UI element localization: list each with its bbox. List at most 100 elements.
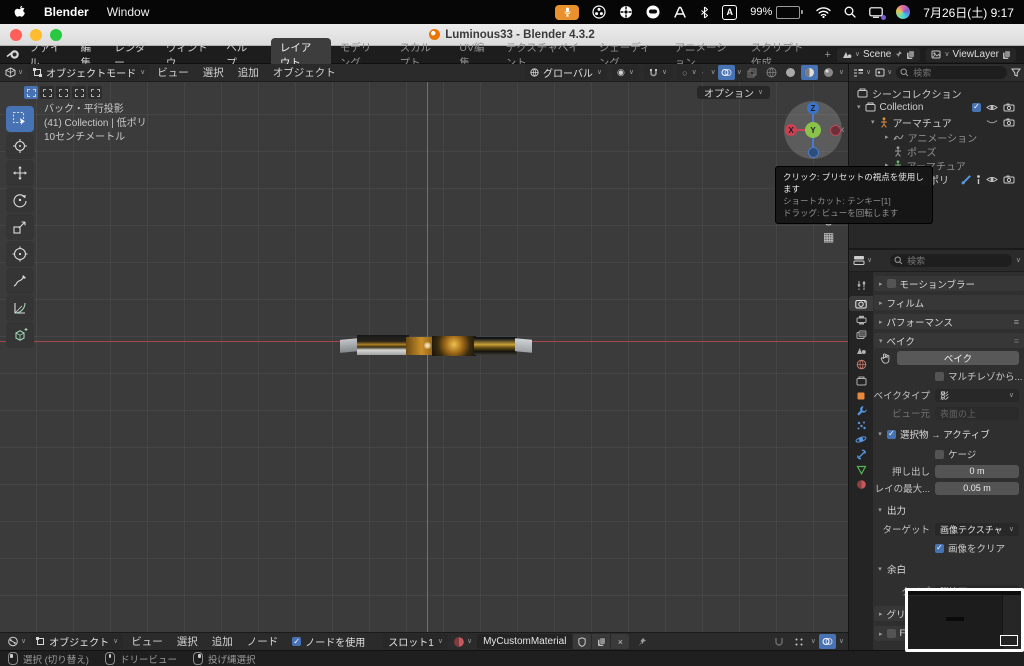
material-browse-button[interactable]: ∨: [450, 636, 475, 648]
screen-share-pip-window[interactable]: [905, 588, 1024, 652]
target-dropdown[interactable]: 画像テクスチャ ∨: [935, 522, 1019, 536]
select-mode-extend-button[interactable]: [40, 86, 54, 99]
shading-wireframe-button[interactable]: [763, 65, 780, 80]
gizmo-x-minus-handle[interactable]: [830, 125, 841, 136]
proportional-editing-toggle[interactable]: ○ ∨: [677, 65, 702, 80]
view-from-dropdown[interactable]: 表面の上: [935, 406, 1019, 420]
gizmo-z-plus-handle[interactable]: Z: [807, 102, 819, 114]
camera-visibility-icon[interactable]: [1003, 175, 1015, 184]
viewport-menu-add[interactable]: 追加: [231, 65, 266, 80]
tab-object-data[interactable]: [849, 462, 873, 477]
expand-icon[interactable]: ▾: [871, 118, 875, 126]
material-slot-selector[interactable]: スロット1 ∨: [383, 634, 448, 649]
editor-type-button[interactable]: ∨: [0, 67, 28, 78]
unlink-material-button[interactable]: ×: [610, 634, 630, 649]
freestyle-checkbox[interactable]: [886, 629, 896, 638]
tool-annotate[interactable]: [6, 268, 34, 294]
expand-icon[interactable]: ▾: [857, 103, 861, 111]
transform-orientation-selector[interactable]: グローバル ∨: [525, 65, 608, 80]
add-workspace-button[interactable]: +: [818, 49, 836, 61]
tab-view-layer[interactable]: [849, 327, 873, 342]
selected-to-active-checkbox[interactable]: ✓: [887, 429, 896, 439]
outliner-row-pose[interactable]: ポーズ: [893, 144, 937, 159]
eye-closed-icon[interactable]: [986, 119, 998, 126]
outliner-filter-button[interactable]: ∨: [875, 68, 892, 77]
navigation-gizmo[interactable]: Z X Y: [784, 101, 842, 159]
outliner-row-scene-collection[interactable]: シーンコレクション: [857, 86, 962, 101]
outliner-row-collection[interactable]: ▾ Collection ✓: [857, 100, 1017, 114]
tool-measure[interactable]: [6, 295, 34, 321]
chevron-down-icon[interactable]: ∨: [1016, 257, 1021, 264]
scene-selector[interactable]: ∨ Scene: [836, 47, 921, 62]
bluetooth-icon[interactable]: [700, 6, 709, 19]
expand-icon[interactable]: ▾: [873, 506, 887, 514]
properties-search-input[interactable]: [890, 254, 1012, 267]
viewport-menu-object[interactable]: オブジェクト: [266, 65, 343, 80]
tab-collection[interactable]: [849, 373, 873, 388]
max-ray-field[interactable]: 0.05 m: [935, 481, 1019, 495]
bake-button[interactable]: ベイク: [897, 351, 1019, 365]
select-mode-new-button[interactable]: [24, 86, 38, 99]
shader-menu-view[interactable]: ビュー: [125, 634, 169, 649]
shading-solid-button[interactable]: [782, 65, 799, 80]
tool-scale[interactable]: [6, 214, 34, 240]
extrusion-field[interactable]: 0 m: [935, 464, 1019, 478]
pivot-point-selector[interactable]: ◉ ∨: [612, 65, 640, 80]
tool-move[interactable]: [6, 160, 34, 186]
xray-toggle[interactable]: [744, 65, 761, 80]
snapping-options-button[interactable]: [791, 634, 808, 649]
fake-user-shield-button[interactable]: [572, 634, 592, 649]
clear-image-checkbox[interactable]: ✓: [935, 543, 944, 553]
shading-material-preview-button[interactable]: [800, 65, 818, 80]
shader-type-selector[interactable]: オブジェクト ∨: [31, 634, 124, 649]
properties-search[interactable]: [890, 254, 1012, 267]
eye-icon[interactable]: [986, 103, 998, 112]
texture-paint-brush-icon[interactable]: [960, 174, 971, 185]
new-scene-icon[interactable]: [906, 50, 915, 60]
apple-logo-icon[interactable]: [14, 5, 26, 19]
orthographic-grid-icon[interactable]: ▦: [823, 230, 834, 244]
material-name-field[interactable]: MyCustomMaterial: [477, 634, 573, 649]
tab-object[interactable]: [849, 388, 873, 403]
tab-modifiers[interactable]: [849, 403, 873, 418]
select-mode-invert-button[interactable]: [72, 86, 86, 99]
panel-film[interactable]: ▸ フィルム: [874, 295, 1024, 310]
new-layer-icon[interactable]: [1002, 50, 1011, 60]
view-layer-selector[interactable]: ∨ ViewLayer: [926, 47, 1016, 62]
outliner-search[interactable]: [896, 66, 1007, 79]
properties-editor-type-button[interactable]: ∨: [853, 255, 872, 266]
recording-mic-indicator[interactable]: [555, 4, 580, 20]
tab-scene[interactable]: [849, 342, 873, 357]
chevron-down-icon[interactable]: ∨: [737, 69, 742, 76]
collection-checkbox[interactable]: ✓: [972, 102, 981, 112]
tool-cursor[interactable]: [6, 133, 34, 159]
snap-toggle-group[interactable]: ∨: [644, 65, 673, 80]
wifi-icon[interactable]: [816, 6, 831, 18]
show-overlays-toggle[interactable]: [717, 65, 735, 80]
expand-icon[interactable]: ▾: [873, 430, 887, 438]
shader-menu-select[interactable]: 選択: [171, 634, 204, 649]
input-source-indicator[interactable]: A: [722, 4, 738, 20]
sidebar-collapse-arrow[interactable]: ‹: [841, 124, 845, 136]
tab-render[interactable]: [849, 296, 873, 311]
tool-add-cube[interactable]: [6, 322, 34, 348]
outliner-display-mode-button[interactable]: ∨: [853, 68, 871, 78]
pin-icon[interactable]: [631, 637, 653, 647]
viewport-menu-select[interactable]: 選択: [196, 65, 231, 80]
preset-menu-icon[interactable]: ≡: [1014, 317, 1019, 327]
chevron-down-icon[interactable]: ∨: [711, 69, 716, 76]
camera-visibility-icon[interactable]: [1003, 118, 1015, 127]
duplicate-material-button[interactable]: [591, 634, 611, 649]
fan-status-icon[interactable]: [619, 5, 633, 19]
tab-material[interactable]: [849, 477, 873, 492]
bake-type-dropdown[interactable]: 影 ∨: [935, 388, 1019, 402]
mode-selector[interactable]: オブジェクトモード ∨: [28, 65, 151, 80]
panel-motion-blur[interactable]: ▸ モーションブラー: [874, 276, 1024, 291]
menubar-app-name[interactable]: Blender: [44, 5, 89, 19]
motion-blur-checkbox[interactable]: [886, 279, 896, 288]
spotlight-search-icon[interactable]: [844, 6, 856, 18]
line-app-status-icon[interactable]: [646, 5, 660, 19]
snap-node-icon[interactable]: [771, 634, 788, 649]
gizmo-y-handle[interactable]: Y: [805, 122, 821, 138]
chevron-down-icon[interactable]: ∨: [839, 69, 844, 76]
